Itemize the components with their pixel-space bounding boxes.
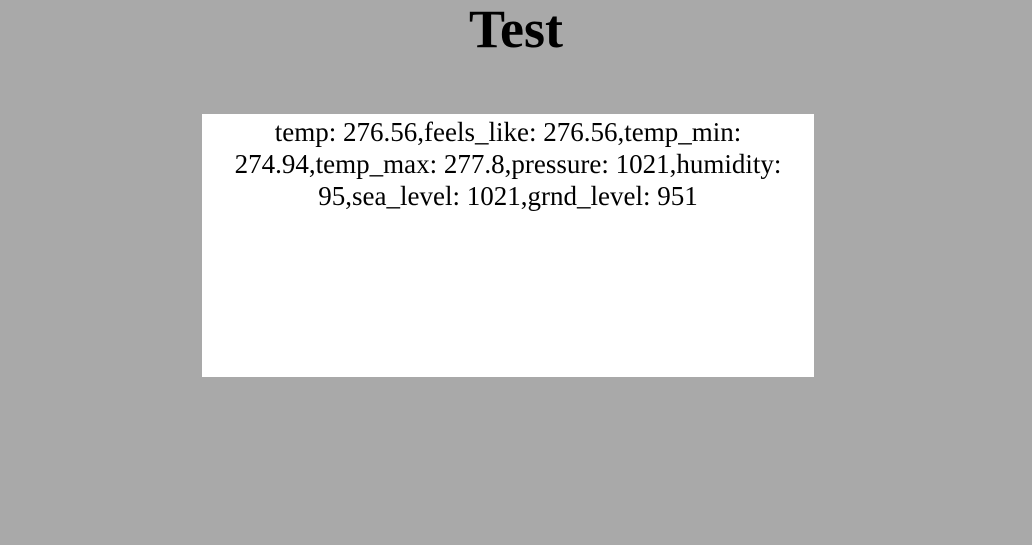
weather-data-text: temp: 276.56,feels_like: 276.56,temp_min… — [234, 117, 782, 211]
weather-panel: temp: 276.56,feels_like: 276.56,temp_min… — [202, 114, 814, 377]
page-title: Test — [468, 0, 564, 59]
